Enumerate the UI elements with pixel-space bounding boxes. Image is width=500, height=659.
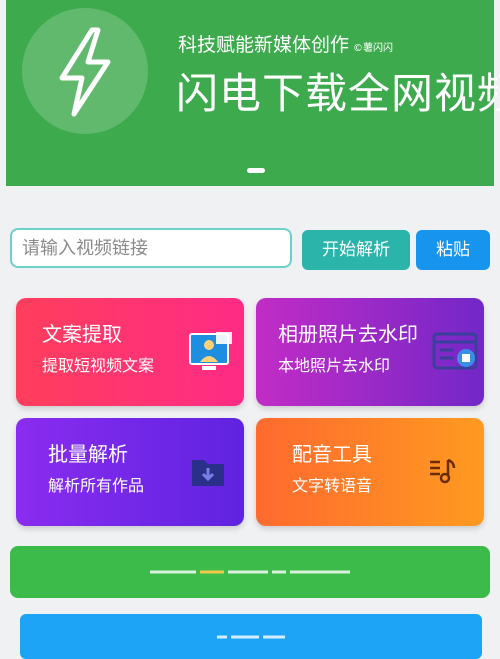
promo-banner-blue[interactable] [20, 614, 482, 659]
carousel-indicator[interactable] [247, 168, 265, 173]
feature-subtitle: 本地照片去水印 [278, 356, 391, 375]
banner-subtitle: 科技赋能新媒体创作 ©薯闪闪 [178, 30, 393, 57]
feature-card-album-watermark[interactable]: 相册照片去水印 本地照片去水印 [256, 298, 484, 406]
music-note-icon [430, 458, 456, 484]
start-parse-button[interactable]: 开始解析 [302, 230, 410, 270]
promo-illegible-text [10, 570, 490, 574]
feature-title: 批量解析 [48, 442, 128, 466]
feature-subtitle: 解析所有作品 [48, 476, 145, 495]
paste-button[interactable]: 粘贴 [416, 230, 490, 270]
banner-subtitle-text: 科技赋能新媒体创作 [178, 34, 350, 56]
photo-window-icon [432, 332, 478, 370]
feature-card-copy-extract[interactable]: 文案提取 提取短视频文案 [16, 298, 244, 406]
video-link-input[interactable] [10, 228, 292, 268]
feature-subtitle: 提取短视频文案 [42, 356, 155, 375]
feature-title: 相册照片去水印 [278, 322, 418, 346]
feature-card-dubbing[interactable]: 配音工具 文字转语音 [256, 418, 484, 526]
banner-copyright: ©薯闪闪 [353, 43, 394, 54]
lightning-bolt-icon [59, 27, 111, 117]
banner-title: 闪电下载全网视频 [176, 69, 500, 118]
feature-title: 配音工具 [292, 442, 372, 466]
banner[interactable]: 科技赋能新媒体创作 ©薯闪闪 闪电下载全网视频 [6, 0, 500, 186]
promo-banner-green[interactable] [10, 546, 490, 598]
video-presenter-icon [189, 332, 232, 370]
feature-card-batch-parse[interactable]: 批量解析 解析所有作品 [16, 418, 244, 526]
promo-illegible-text [20, 635, 482, 638]
folder-download-icon [192, 460, 224, 486]
feature-subtitle: 文字转语音 [292, 476, 373, 495]
feature-title: 文案提取 [42, 322, 122, 346]
logo [22, 8, 148, 134]
